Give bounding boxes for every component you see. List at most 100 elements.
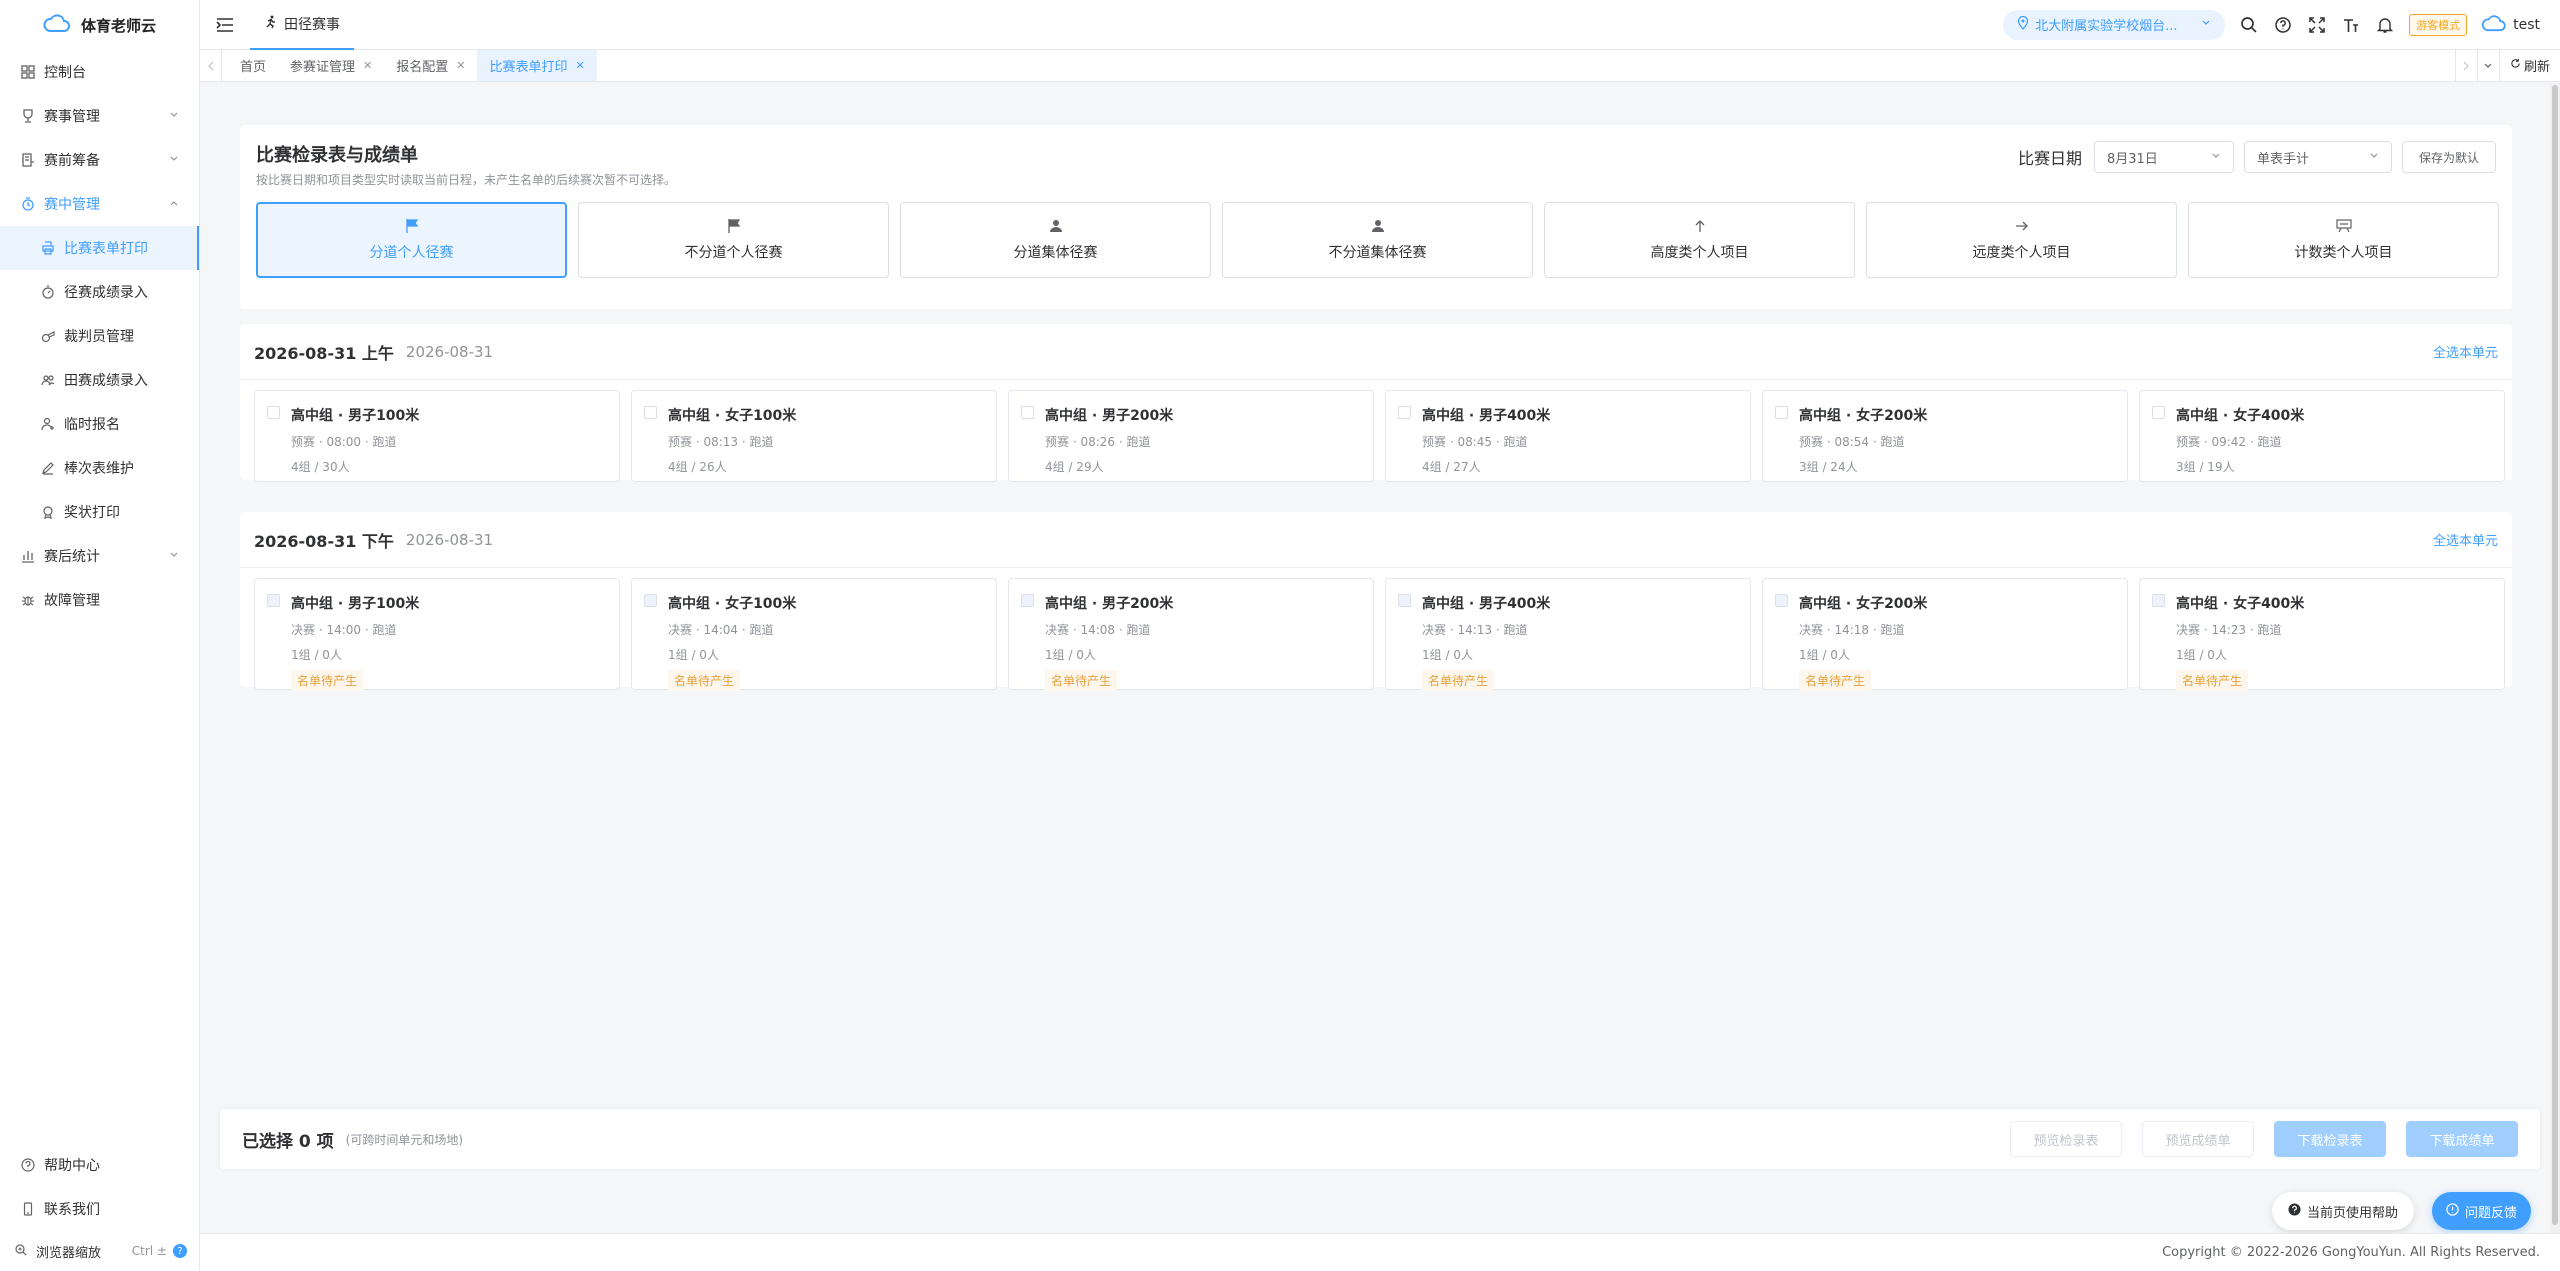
tag-form-print[interactable]: 比赛表单打印 ✕ (477, 50, 597, 81)
logo[interactable]: 体育老师云 (0, 0, 199, 50)
chevron-down-icon (169, 548, 179, 564)
sidebar-item-fault-management[interactable]: 故障管理 (0, 578, 199, 622)
event-card[interactable]: 高中组 · 男子400米 预赛 · 08:45 · 跑道 4组 / 27人 (1385, 390, 1751, 482)
location-icon (2017, 15, 2029, 34)
type-nonlane-individual-track[interactable]: 不分道个人径赛 (578, 202, 889, 278)
tag-signup-config[interactable]: 报名配置 ✕ (384, 50, 477, 81)
sidebar-item-form-print[interactable]: 比赛表单打印 (0, 226, 199, 270)
tags-dropdown-icon[interactable] (2476, 50, 2499, 81)
sidebar-item-referees[interactable]: 裁判员管理 (0, 314, 199, 358)
event-card[interactable]: 高中组 · 女子200米 预赛 · 08:54 · 跑道 3组 / 24人 (1762, 390, 2128, 482)
status-badge: 名单待产生 (1045, 670, 1118, 691)
user-menu[interactable]: test (2481, 14, 2540, 36)
event-name: 高中组 · 男子100米 (291, 596, 420, 612)
close-icon[interactable]: ✕ (576, 59, 585, 72)
printer-icon (40, 240, 56, 256)
tags-scroll-left-icon[interactable] (200, 50, 222, 81)
scrollbar-thumb[interactable] (2552, 85, 2558, 1225)
sidebar-item-relay-order[interactable]: 棒次表维护 (0, 446, 199, 490)
refresh-icon (2510, 58, 2521, 73)
event-info: 决赛 · 14:13 · 跑道 (1422, 623, 1528, 637)
session-header: 2026-08-31 上午 2026-08-31 全选本单元 (240, 324, 2512, 380)
page-help-button[interactable]: 当前页使用帮助 (2272, 1192, 2415, 1230)
help-icon[interactable] (2273, 15, 2293, 35)
event-checkbox (1775, 594, 1788, 607)
type-distance-individual[interactable]: 远度类个人项目 (1866, 202, 2177, 278)
zoom-help-icon[interactable]: ? (173, 1244, 187, 1258)
event-card[interactable]: 高中组 · 女子100米 预赛 · 08:13 · 跑道 4组 / 26人 (631, 390, 997, 482)
status-badge: 名单待产生 (1799, 670, 1872, 691)
school-name: 北大附属实验学校烟台... (2035, 19, 2178, 34)
session-title: 2026-08-31 上午 (254, 343, 394, 363)
download-results-button[interactable]: 下载成绩单 (2406, 1121, 2518, 1157)
preview-results-button[interactable]: 预览成绩单 (2142, 1121, 2254, 1157)
sidebar-item-certificate-print[interactable]: 奖状打印 (0, 490, 199, 534)
sidebar-item-pre-match[interactable]: 赛前筹备 (0, 138, 199, 182)
status-badge: 名单待产生 (668, 670, 741, 691)
save-default-button[interactable]: 保存为默认 (2401, 141, 2496, 173)
preview-checkin-button[interactable]: 预览检录表 (2010, 1121, 2122, 1157)
person-icon (1049, 218, 1063, 234)
select-all-session-link[interactable]: 全选本单元 (2433, 342, 2498, 361)
download-checkin-button[interactable]: 下载检录表 (2274, 1121, 2386, 1157)
type-height-individual[interactable]: 高度类个人项目 (1544, 202, 1855, 278)
event-checkbox[interactable] (267, 406, 280, 419)
refresh-button[interactable]: 刷新 (2498, 50, 2560, 81)
fullscreen-icon[interactable] (2307, 15, 2327, 35)
event-card: 高中组 · 男子400米 决赛 · 14:13 · 跑道 1组 / 0人 名单待… (1385, 578, 1751, 691)
tags-list: 首页 参赛证管理 ✕ 报名配置 ✕ 比赛表单打印 ✕ (222, 50, 2455, 81)
event-checkbox[interactable] (644, 406, 657, 419)
search-icon[interactable] (2239, 15, 2259, 35)
page-scrollbar[interactable] (2550, 83, 2560, 1233)
tag-badge-management[interactable]: 参赛证管理 ✕ (278, 50, 384, 81)
action-buttons: 预览检录表 预览成绩单 下载检录表 下载成绩单 (2010, 1121, 2518, 1157)
event-checkbox[interactable] (1021, 406, 1034, 419)
close-icon[interactable]: ✕ (456, 59, 465, 72)
sidebar-item-in-match[interactable]: 赛中管理 (0, 182, 199, 226)
event-card[interactable]: 高中组 · 女子400米 预赛 · 09:42 · 跑道 3组 / 19人 (2139, 390, 2505, 482)
contact-us-link[interactable]: 联系我们 (0, 1187, 199, 1231)
timing-mode-select[interactable]: 单表手计 (2243, 141, 2392, 173)
type-lane-individual-track[interactable]: 分道个人径赛 (256, 202, 567, 278)
event-checkbox (2152, 594, 2165, 607)
tag-label: 报名配置 (396, 60, 449, 75)
refresh-label: 刷新 (2523, 60, 2550, 75)
header-tab-track-field[interactable]: 田径赛事 (250, 0, 354, 50)
chevron-down-icon (2369, 150, 2379, 165)
event-checkbox[interactable] (1775, 406, 1788, 419)
arrow-right-icon (2015, 218, 2029, 234)
menu-toggle-icon[interactable] (200, 0, 250, 50)
type-count-individual[interactable]: 计数类个人项目 (2188, 202, 2499, 278)
event-checkbox[interactable] (2152, 406, 2165, 419)
event-checkbox[interactable] (1398, 406, 1411, 419)
event-name: 高中组 · 女子400米 (2176, 408, 2305, 424)
event-name: 高中组 · 女子400米 (2176, 596, 2305, 612)
bell-icon[interactable] (2375, 15, 2395, 35)
page-title: 比赛检录表与成绩单 (256, 145, 418, 166)
sidebar-item-track-results[interactable]: 径赛成绩录入 (0, 270, 199, 314)
whistle-icon (40, 328, 56, 344)
event-card[interactable]: 高中组 · 男子200米 预赛 · 08:26 · 跑道 4组 / 29人 (1008, 390, 1374, 482)
event-name: 高中组 · 女子100米 (668, 596, 797, 612)
feedback-button[interactable]: 问题反馈 (2432, 1192, 2532, 1230)
sidebar-item-field-results[interactable]: 田赛成绩录入 (0, 358, 199, 402)
sidebar-item-event-management[interactable]: 赛事管理 (0, 94, 199, 138)
help-center-link[interactable]: 帮助中心 (0, 1143, 199, 1187)
tag-home[interactable]: 首页 (228, 50, 278, 81)
chevron-up-icon (169, 196, 179, 212)
sidebar-item-post-stats[interactable]: 赛后统计 (0, 534, 199, 578)
font-size-icon[interactable] (2341, 15, 2361, 35)
type-nonlane-team-track[interactable]: 不分道集体径赛 (1222, 202, 1533, 278)
type-lane-team-track[interactable]: 分道集体径赛 (900, 202, 1211, 278)
event-info: 预赛 · 08:26 · 跑道 (1045, 435, 1151, 449)
sidebar-item-temp-signup[interactable]: 临时报名 (0, 402, 199, 446)
tags-scroll-right-icon[interactable] (2454, 50, 2477, 81)
sidebar-item-dashboard[interactable]: 控制台 (0, 50, 199, 94)
event-count: 1组 / 0人 (2176, 648, 2227, 662)
event-card[interactable]: 高中组 · 男子100米 预赛 · 08:00 · 跑道 4组 / 30人 (254, 390, 620, 482)
close-icon[interactable]: ✕ (363, 59, 372, 72)
match-date-select[interactable]: 8月31日 (2093, 141, 2234, 173)
select-all-session-link[interactable]: 全选本单元 (2433, 530, 2498, 549)
school-selector[interactable]: 北大附属实验学校烟台... (2003, 9, 2226, 40)
tag-label: 比赛表单打印 (489, 60, 568, 75)
